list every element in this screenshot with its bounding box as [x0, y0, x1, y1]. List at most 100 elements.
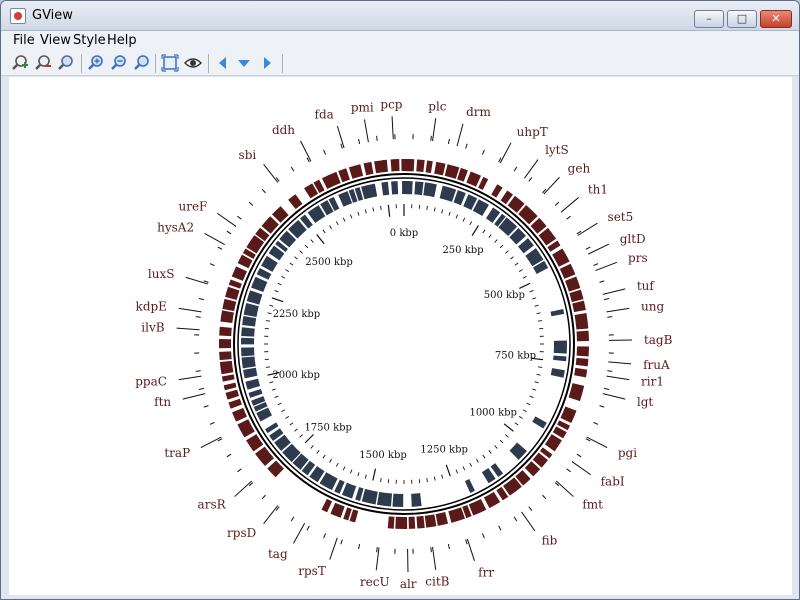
gene-label-pmi: pmi: [351, 101, 374, 115]
gene-leader-line: [556, 480, 574, 497]
ruler-tick: [514, 422, 519, 426]
ruler-tick: [522, 409, 527, 413]
gene-leader-line: [588, 243, 610, 255]
outer-tick: [566, 215, 571, 220]
outer-tick: [340, 539, 343, 545]
forward-feature: [395, 516, 408, 529]
reverse-feature: [392, 493, 404, 507]
forward-feature: [288, 194, 303, 210]
forward-feature: [220, 310, 234, 323]
ruler-tick: [304, 244, 309, 249]
outer-tick: [248, 201, 254, 206]
gene-label-ftn: ftn: [154, 395, 171, 409]
kbp-label: 1000 kbp: [469, 408, 517, 419]
gene-leader-line: [300, 140, 312, 162]
reverse-feature: [391, 181, 399, 195]
outer-tick: [209, 421, 215, 425]
forward-feature: [228, 398, 242, 409]
outer-tick: [607, 370, 613, 372]
kbp-label: 750 kbp: [495, 351, 536, 362]
genome-map-canvas[interactable]: 0 kbp 250 kbp 500 kbp 750 kbp 1000 kbp 1250 k…: [9, 77, 792, 595]
ruler-tick: [335, 462, 339, 467]
gene-label-fabI: fabI: [601, 475, 625, 489]
outer-tick: [542, 494, 547, 500]
outer-tick: [198, 298, 204, 301]
ruler-tick: [357, 211, 360, 216]
reverse-feature: [550, 308, 565, 317]
ruler-tick: [316, 234, 325, 245]
forward-feature: [321, 498, 333, 513]
forward-feature: [434, 161, 446, 176]
reverse-feature: [251, 276, 268, 293]
ruler-tick: [532, 388, 537, 391]
ruler-tick: [364, 209, 367, 214]
forward-feature: [457, 167, 468, 182]
kbp-label: 1250 kbp: [420, 445, 468, 456]
outer-tick: [340, 143, 343, 149]
ruler-tick: [505, 434, 509, 438]
forward-feature: [231, 266, 247, 281]
gene-label-fruA: fruA: [643, 358, 670, 372]
reverse-feature: [381, 181, 390, 196]
gene-label-luxS: luxS: [148, 267, 175, 281]
gene-label-ilvB: ilvB: [141, 320, 164, 334]
reverse-feature: [261, 255, 278, 272]
gene-leader-line: [499, 142, 512, 164]
ruler-tick: [372, 468, 377, 481]
circular-genome-map[interactable]: 0 kbp 250 kbp 500 kbp 750 kbp 1000 kbp 1250 k…: [1, 1, 800, 600]
ruler-tick: [285, 269, 290, 273]
ruler-tick: [499, 439, 504, 444]
outer-tick: [323, 533, 327, 539]
gene-leader-line: [204, 233, 225, 246]
ruler-tick: [462, 217, 466, 222]
gene-leader-line: [571, 461, 592, 476]
gene-leader-line: [263, 164, 279, 183]
reverse-feature: [423, 182, 437, 198]
gene-label-ung: ung: [641, 299, 664, 313]
outer-tick: [323, 149, 327, 155]
forward-feature: [221, 374, 235, 382]
kbp-label: 250 kbp: [442, 245, 483, 256]
forward-feature: [483, 491, 501, 509]
ruler-tick: [538, 320, 543, 322]
ruler-tick: [342, 466, 346, 471]
outer-tick: [447, 544, 450, 550]
forward-feature: [574, 312, 589, 330]
ruler-tick: [380, 205, 382, 210]
outer-tick: [358, 138, 361, 144]
ruler-tick: [536, 373, 541, 376]
ruler-tick: [455, 214, 458, 219]
reverse-feature: [532, 416, 547, 429]
outer-tick: [576, 453, 582, 458]
ruler-tick: [304, 434, 314, 444]
forward-feature: [363, 161, 374, 176]
ruler-tick: [519, 282, 531, 290]
outer-tick: [217, 246, 223, 250]
forward-feature: [338, 168, 350, 183]
forward-feature: [559, 263, 576, 279]
reverse-feature: [319, 472, 338, 491]
outer-tick: [376, 547, 378, 553]
ruler-tick: [469, 221, 473, 226]
reverse-feature: [246, 290, 263, 305]
ruler-tick: [494, 239, 498, 243]
forward-feature: [448, 507, 466, 523]
gene-leader-line: [176, 327, 200, 331]
gene-leader-line: [456, 123, 464, 147]
forward-feature: [425, 160, 433, 174]
forward-feature: [575, 357, 589, 367]
outer-tick: [203, 405, 209, 408]
reverse-feature: [242, 315, 257, 327]
reverse-feature: [553, 340, 567, 354]
kbp-label: 1500 kbp: [359, 450, 407, 461]
forward-feature: [219, 351, 232, 361]
outer-tick: [447, 138, 450, 144]
gene-label-gltD: gltD: [620, 232, 646, 246]
forward-feature: [348, 164, 364, 179]
reverse-feature: [439, 185, 457, 202]
forward-feature: [435, 512, 449, 526]
gene-leader-line: [577, 222, 598, 236]
ruler-tick: [532, 297, 537, 300]
forward-feature: [374, 159, 388, 174]
outer-tick: [566, 468, 571, 473]
